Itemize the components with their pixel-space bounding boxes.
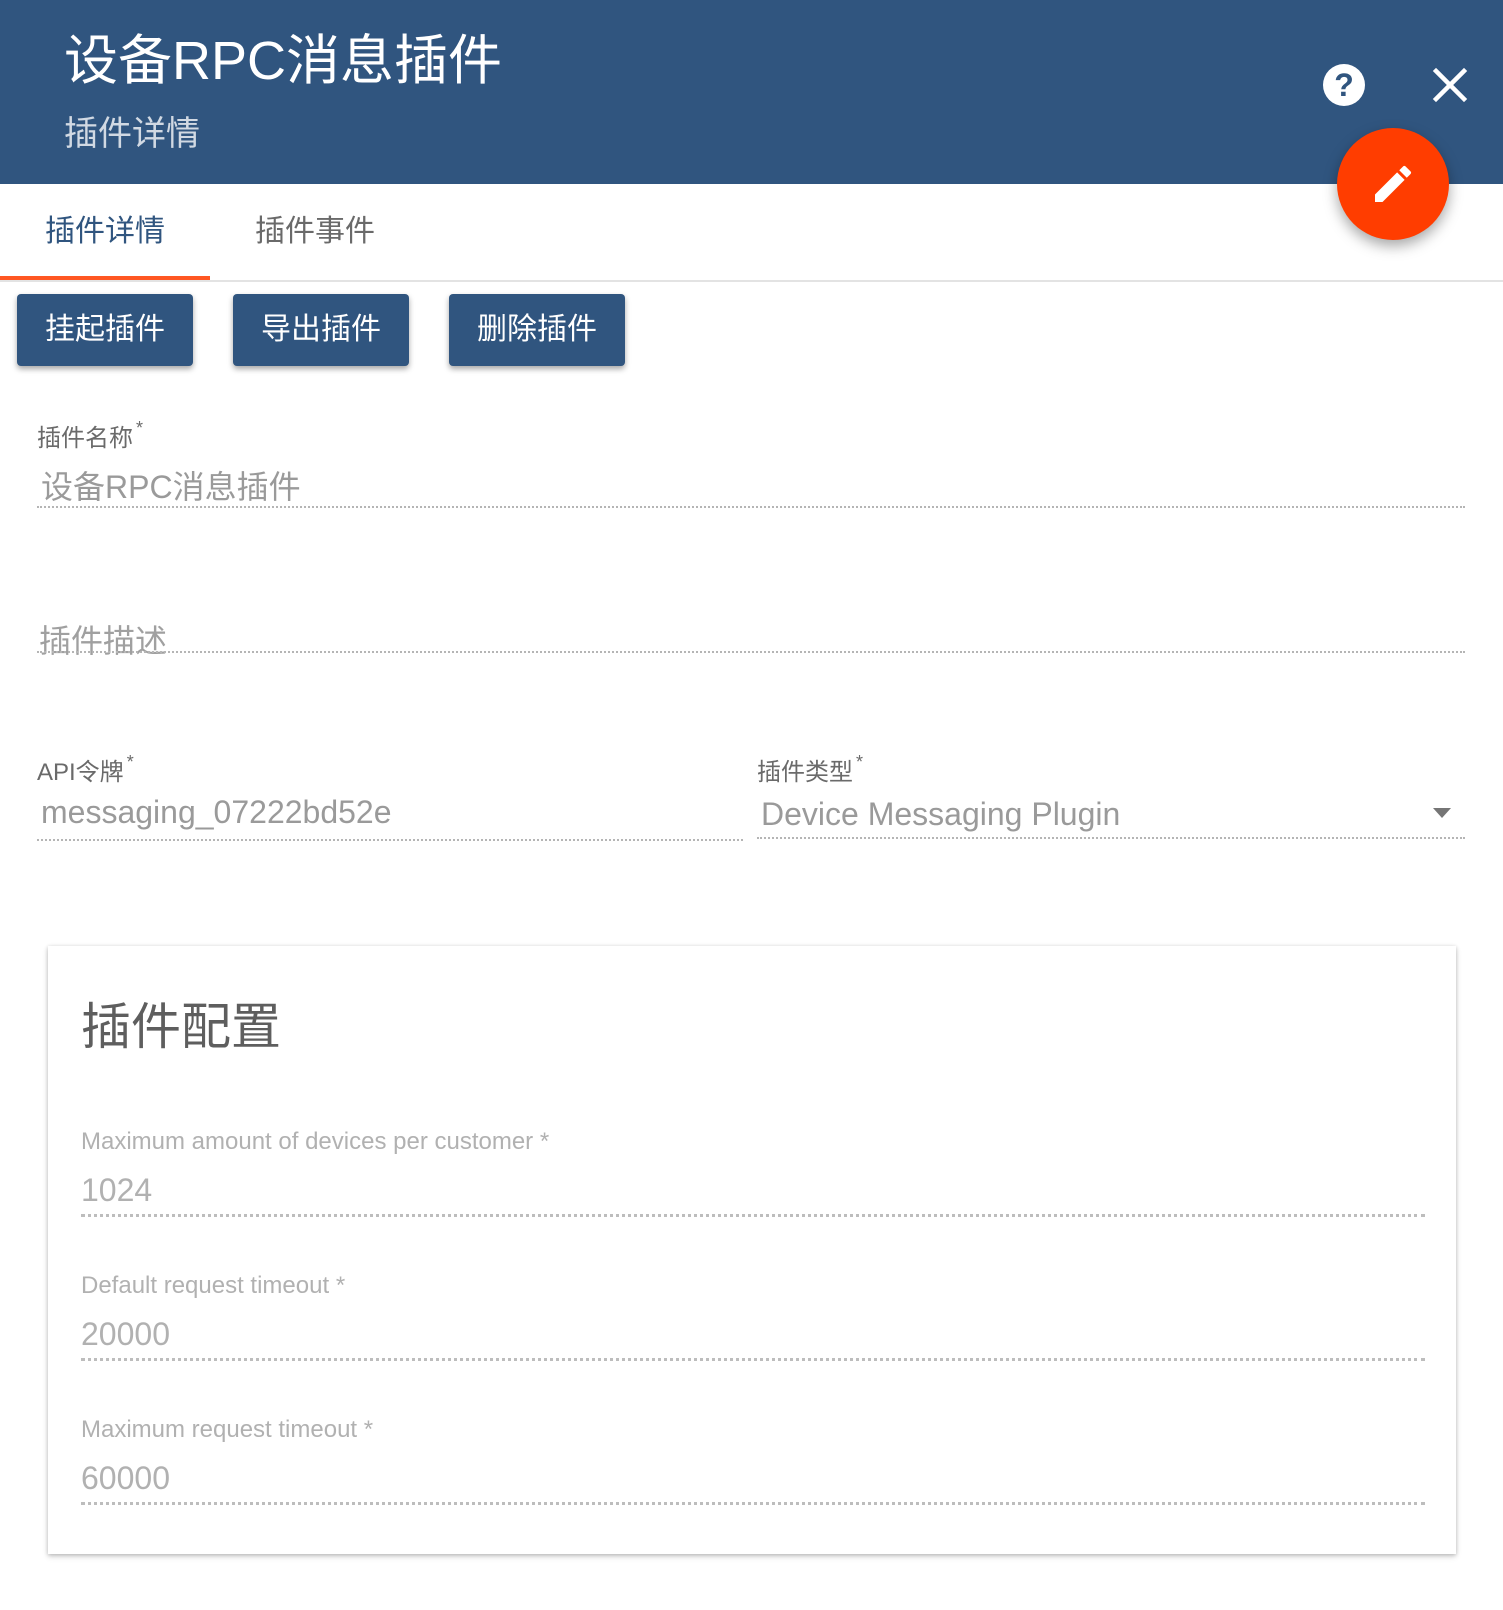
chevron-down-icon[interactable]: [1433, 808, 1451, 818]
plugin-config-title: 插件配置: [81, 999, 281, 1055]
api-token-label: API令牌 *: [37, 752, 134, 786]
suspend-plugin-button[interactable]: 挂起插件: [17, 294, 193, 366]
default-timeout-label: Default request timeout *: [81, 1272, 346, 1299]
plugin-name-underline: [37, 506, 1465, 508]
export-plugin-button[interactable]: 导出插件: [233, 294, 409, 366]
plugin-description-field[interactable]: 插件描述: [39, 616, 167, 662]
api-token-underline: [37, 839, 743, 841]
default-timeout-field[interactable]: 20000: [81, 1316, 170, 1353]
tab-bar: 插件详情 插件事件: [0, 184, 1503, 282]
dialog-title: 设备RPC消息插件: [64, 31, 503, 91]
max-timeout-label: Maximum request timeout *: [81, 1416, 374, 1443]
close-icon[interactable]: [1425, 60, 1475, 110]
plugin-type-label: 插件类型 *: [757, 752, 864, 786]
max-timeout-underline: [81, 1502, 1425, 1505]
plugin-description-underline: [37, 651, 1465, 653]
api-token-field[interactable]: messaging_07222bd52e: [41, 794, 392, 831]
max-devices-field[interactable]: 1024: [81, 1172, 152, 1209]
delete-plugin-button[interactable]: 删除插件: [449, 294, 625, 366]
max-devices-label: Maximum amount of devices per customer *: [81, 1128, 550, 1155]
max-timeout-field[interactable]: 60000: [81, 1460, 170, 1497]
default-timeout-underline: [81, 1358, 1425, 1361]
tab-plugin-events[interactable]: 插件事件: [210, 184, 420, 280]
dialog-subtitle: 插件详情: [64, 115, 200, 153]
plugin-name-label: 插件名称 *: [37, 418, 144, 452]
plugin-type-select[interactable]: Device Messaging Plugin: [761, 796, 1120, 833]
max-devices-underline: [81, 1214, 1425, 1217]
help-icon[interactable]: ?: [1323, 64, 1365, 106]
tab-plugin-details[interactable]: 插件详情: [0, 184, 210, 280]
dialog-header: 设备RPC消息插件 插件详情 ?: [0, 0, 1503, 184]
plugin-name-field[interactable]: 设备RPC消息插件: [41, 462, 301, 508]
tab-active-indicator: [0, 276, 210, 280]
plugin-type-underline: [757, 837, 1465, 839]
